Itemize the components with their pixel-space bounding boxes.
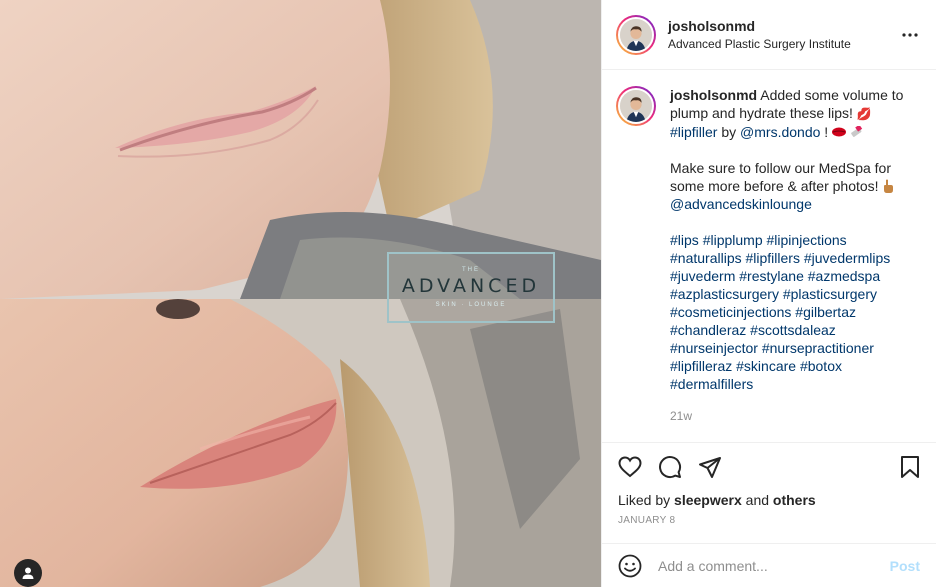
caption-avatar[interactable] [616,86,656,126]
caption-exclamation: ! [824,124,829,140]
hashtag-link[interactable]: #dermalfillers [670,376,753,392]
hashtag-link[interactable]: #restylane [739,268,804,284]
likes-and: and [745,492,770,508]
header-location[interactable]: Advanced Plastic Surgery Institute [668,35,898,53]
lips-emoji: 💋 [856,107,872,121]
post-details-panel: josholsonmd Advanced Plastic Surgery Ins… [601,0,936,587]
hashtag-link[interactable]: #scottsdaleaz [750,322,836,338]
hashtag-link[interactable]: #nursepractitioner [762,340,874,356]
post-date[interactable]: JANUARY 8 [602,509,936,539]
tagged-users-button[interactable] [14,559,42,587]
hashtag-link[interactable]: #skincare [736,358,796,374]
action-bar [602,443,936,491]
caption-paragraph2: Make sure to follow our MedSpa for some … [670,160,891,194]
caption-text: josholsonmd Added some volume to plump a… [670,86,908,425]
user-icon [22,567,34,579]
avatar[interactable] [616,14,656,55]
comment-button[interactable] [656,453,684,481]
hashtag-link[interactable]: #juvedermlips [804,250,890,266]
after-photo [0,299,601,587]
post-comment-button[interactable]: Post [890,558,920,574]
mention-link[interactable]: @advancedskinlounge [670,196,812,212]
hashtag-link[interactable]: #botox [800,358,842,374]
watermark-bottom-text: SKIN · LOUNGE [435,302,507,308]
more-options-button[interactable] [898,23,922,47]
like-button[interactable] [616,453,644,481]
likes-others[interactable]: others [773,492,816,508]
hashtag-link[interactable]: #gilbertaz [795,304,856,320]
hashtag-list: #lips #lipplump #lipinjections #naturall… [670,232,890,392]
profile-photo-icon [620,18,652,51]
emoji-icon[interactable] [618,554,642,578]
hashtag-link[interactable]: #naturallips [670,250,742,266]
hashtag-link[interactable]: #lips [670,232,699,248]
watermark-top-text: THE [462,267,480,273]
hashtag-link[interactable]: #lipfilleraz [670,358,732,374]
hashtag-link[interactable]: #plasticsurgery [783,286,877,302]
likes-prefix: Liked by [618,492,671,508]
caption-section: josholsonmd Added some volume to plump a… [602,70,936,443]
post-header: josholsonmd Advanced Plastic Surgery Ins… [602,0,936,70]
add-comment-bar: Post [602,543,936,587]
liked-by-user[interactable]: sleepwerx [674,492,742,508]
hashtag-link[interactable]: #juvederm [670,268,735,284]
pointing-hand-emoji-icon [884,179,894,193]
comment-icon [659,456,682,479]
share-button[interactable] [696,453,724,481]
paper-plane-icon [699,457,721,478]
lips-lipstick-emoji-icon [832,124,863,137]
mention-link[interactable]: @mrs.dondo [740,124,820,140]
hashtag-link[interactable]: #cosmeticinjections [670,304,791,320]
more-options-icon [902,32,918,37]
caption-by: by [721,124,737,140]
hashtag-link[interactable]: #lipfillers [746,250,800,266]
hashtag-link[interactable]: #azplasticsurgery [670,286,779,302]
advanced-skin-lounge-watermark: THE ADVANCED SKIN · LOUNGE [387,252,555,323]
heart-icon [618,456,642,478]
hashtag-link[interactable]: #lipinjections [767,232,847,248]
hashtag-link[interactable]: #chandleraz [670,322,746,338]
hashtag-link[interactable]: #lipfiller [670,124,717,140]
header-username[interactable]: josholsonmd [668,17,898,35]
watermark-main-text: ADVANCED [401,275,541,297]
hashtag-link[interactable]: #nurseinjector [670,340,758,356]
save-button[interactable] [896,453,924,481]
likes-summary: Liked by sleepwerx and others [602,491,936,509]
hashtag-link[interactable]: #lipplump [703,232,763,248]
instagram-post: THE ADVANCED SKIN · LOUNGE josholsonmd A… [0,0,936,587]
caption-timestamp[interactable]: 21w [670,407,908,425]
profile-photo-icon [620,90,652,122]
hashtag-link[interactable]: #azmedspa [808,268,880,284]
caption-username[interactable]: josholsonmd [670,87,757,103]
bookmark-icon [901,456,919,478]
comment-input[interactable] [658,557,882,574]
post-image[interactable]: THE ADVANCED SKIN · LOUNGE [0,0,601,587]
